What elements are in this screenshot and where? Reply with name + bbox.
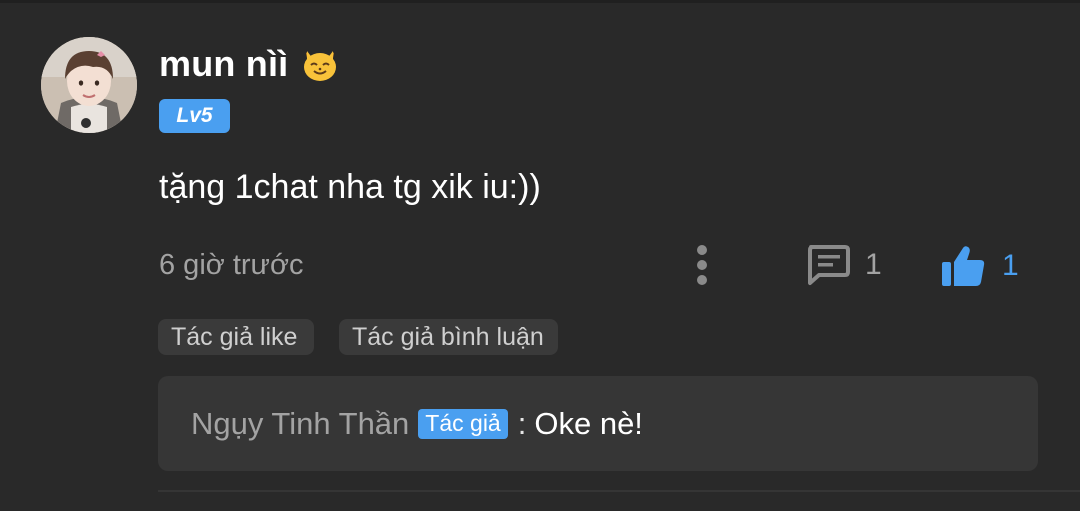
reply-text: Oke nè! [534, 405, 643, 441]
cat-face-emoji-icon [300, 44, 340, 84]
tag-author-commented: Tác giả bình luận [339, 319, 558, 355]
avatar-image [41, 37, 137, 133]
reply-button[interactable]: 1 [805, 241, 882, 289]
reply-author-name: Ngụy Tinh Thần [191, 405, 410, 441]
like-button[interactable]: 1 [940, 241, 1019, 291]
level-badge: Lv5 [159, 99, 230, 133]
username[interactable]: mun nìì [159, 43, 288, 85]
avatar[interactable] [41, 37, 137, 133]
username-row: mun nìì [159, 40, 340, 88]
reply-preview[interactable]: Ngụy Tinh Thần Tác giả : Oke nè! [158, 376, 1038, 471]
bottom-divider [158, 490, 1080, 492]
comment-timestamp: 6 giờ trước [159, 249, 304, 281]
comment-bubble-icon [808, 245, 850, 285]
like-count: 1 [1002, 249, 1019, 282]
author-badge: Tác giả [418, 408, 508, 439]
comment-text: tặng 1chat nha tg xik iu:)) [159, 168, 541, 206]
thumbs-up-icon [942, 246, 985, 286]
reply-count: 1 [865, 248, 882, 281]
tag-author-liked: Tác giả like [158, 319, 314, 355]
top-divider [0, 0, 1080, 3]
reply-separator: : [517, 405, 527, 441]
more-vertical-icon[interactable] [688, 243, 716, 287]
